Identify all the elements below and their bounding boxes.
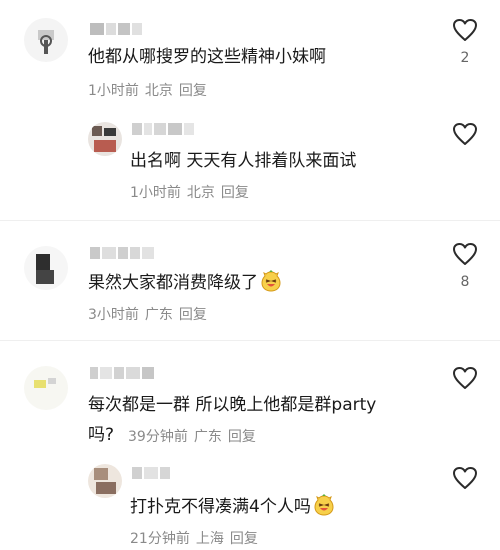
like-heart-icon[interactable]	[452, 466, 478, 490]
username[interactable]	[90, 246, 154, 260]
like-count: 2	[460, 50, 470, 66]
username[interactable]	[90, 366, 154, 380]
laughing-face-emoji	[314, 494, 334, 516]
reply-time: 1小时前	[130, 185, 181, 201]
comment-meta: 1小时前 北京 回复	[88, 80, 213, 100]
comment-location: 广东	[193, 429, 222, 445]
reply-location: 上海	[195, 531, 224, 547]
reply-button[interactable]: 回复	[228, 429, 256, 445]
comment-text: 果然大家都消费降级了	[88, 270, 282, 296]
reply-text: 出名啊 天天有人排着队来面试	[130, 151, 357, 171]
reply-meta: 21分钟前 上海 回复	[130, 528, 264, 548]
avatar[interactable]	[88, 464, 122, 498]
avatar[interactable]	[24, 246, 68, 290]
reply-button[interactable]: 回复	[179, 307, 207, 323]
reply-text: 打扑克不得凑满4个人吗	[130, 494, 335, 520]
comment-time: 3小时前	[88, 307, 139, 323]
avatar[interactable]	[88, 122, 122, 156]
like-count: 8	[460, 274, 470, 290]
avatar[interactable]	[24, 18, 68, 62]
reply-button[interactable]: 回复	[221, 185, 249, 201]
username[interactable]	[132, 122, 194, 136]
username[interactable]	[90, 22, 142, 36]
reply-text-content: 打扑克不得凑满4个人吗	[130, 497, 311, 517]
comment-location: 北京	[144, 83, 173, 99]
comment-time: 1小时前	[88, 83, 139, 99]
comment-text-line2: 吗?	[88, 425, 115, 445]
reply-button[interactable]: 回复	[230, 531, 258, 547]
comment-text-content: 果然大家都消费降级了	[88, 273, 258, 293]
avatar[interactable]	[24, 366, 68, 410]
reply-location: 北京	[186, 185, 215, 201]
comment-time: 39分钟前	[128, 429, 188, 445]
reply-meta: 1小时前 北京 回复	[130, 182, 255, 202]
divider	[0, 340, 500, 341]
like-heart-icon[interactable]	[452, 366, 478, 390]
comment-text-line1: 每次都是一群 所以晚上他都是群party	[88, 395, 377, 415]
reply-time: 21分钟前	[130, 531, 190, 547]
divider	[0, 220, 500, 221]
laughing-face-emoji	[261, 270, 281, 292]
comment-meta: 39分钟前 广东 回复	[128, 426, 262, 446]
comment-text: 他都从哪搜罗的这些精神小妹啊	[88, 47, 326, 67]
username[interactable]	[132, 466, 170, 480]
like-heart-icon[interactable]	[452, 18, 478, 42]
comment-meta: 3小时前 广东 回复	[88, 304, 213, 324]
like-heart-icon[interactable]	[452, 242, 478, 266]
reply-button[interactable]: 回复	[179, 83, 207, 99]
comment-location: 广东	[144, 307, 173, 323]
like-heart-icon[interactable]	[452, 122, 478, 146]
